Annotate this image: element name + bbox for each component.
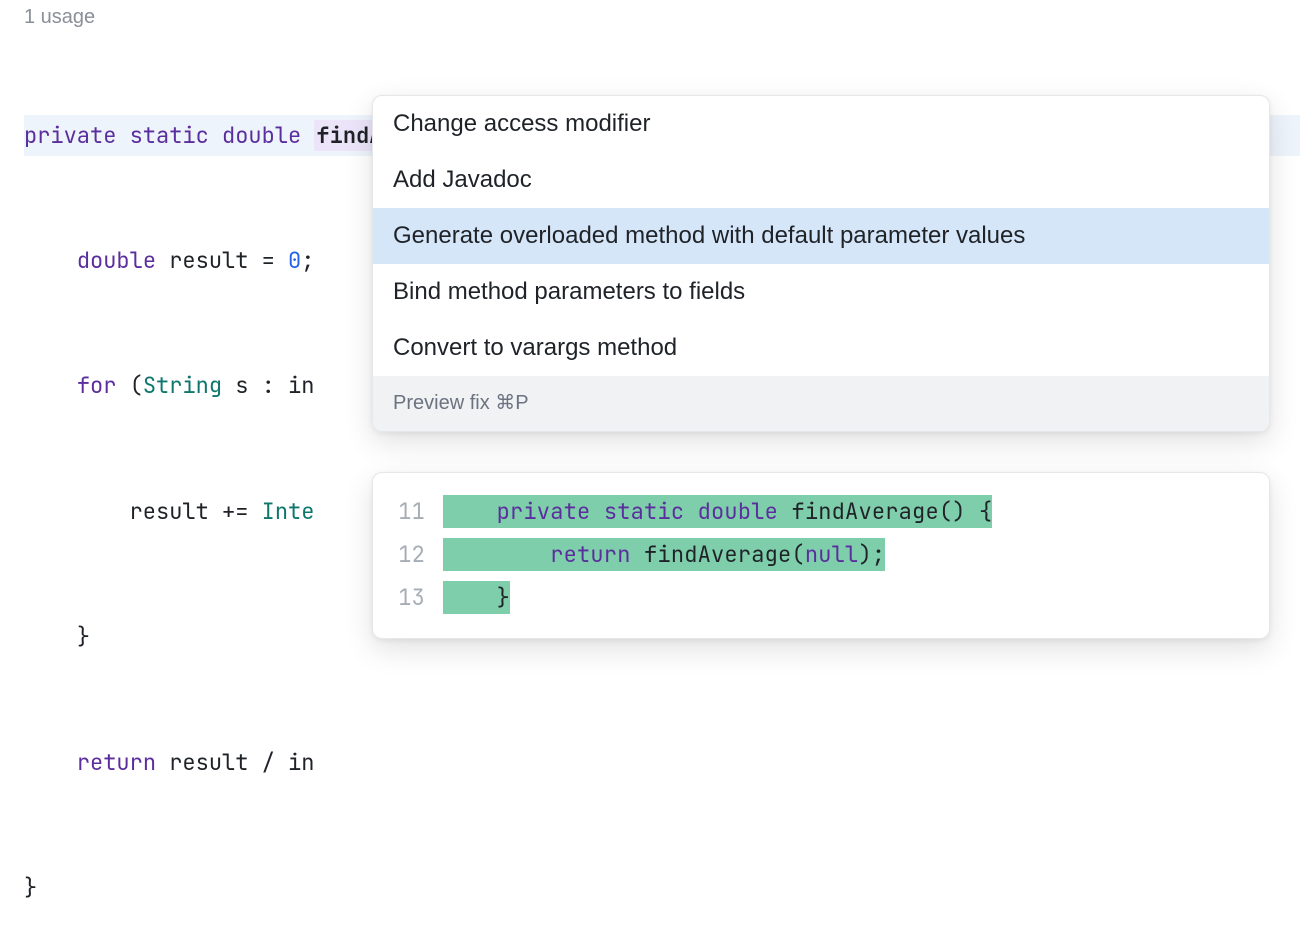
- code-cell: return findAverage(null);: [443, 534, 1269, 577]
- diff-added: return findAverage(null);: [443, 538, 885, 571]
- line-number: 12: [373, 534, 443, 577]
- code-cell: }: [443, 577, 1269, 620]
- preview-code-line: 13 }: [373, 577, 1269, 620]
- keyword: static: [130, 121, 209, 150]
- type-name: String: [143, 371, 222, 400]
- line-number: 13: [373, 577, 443, 620]
- line-number: 11: [373, 491, 443, 534]
- keyword: double: [77, 246, 156, 275]
- diff-added: }: [443, 581, 510, 614]
- code-line: return result / in: [24, 742, 1300, 784]
- keyword: for: [77, 371, 117, 400]
- usage-hint[interactable]: 1 usage: [0, 0, 1300, 31]
- keyword: double: [222, 121, 301, 150]
- preview-code-line: 11 private static double findAverage() {: [373, 491, 1269, 534]
- intention-menu-item[interactable]: Convert to varargs method: [373, 320, 1269, 376]
- intention-actions-popup: Change access modifierAdd JavadocGenerat…: [372, 95, 1270, 432]
- preview-fix-hint: Preview fix ⌘P: [373, 376, 1269, 431]
- keyword: return: [77, 748, 156, 777]
- intention-menu-item[interactable]: Generate overloaded method with default …: [373, 208, 1269, 264]
- intention-menu-item[interactable]: Bind method parameters to fields: [373, 264, 1269, 320]
- keyword: private: [24, 121, 116, 150]
- intention-menu-item[interactable]: Add Javadoc: [373, 152, 1269, 208]
- intention-menu-item[interactable]: Change access modifier: [373, 96, 1269, 152]
- type-name: Inte: [262, 497, 315, 526]
- number-literal: 0: [288, 246, 301, 275]
- preview-code-line: 12 return findAverage(null);: [373, 534, 1269, 577]
- code-cell: private static double findAverage() {: [443, 491, 1269, 534]
- code-line: }: [24, 867, 1300, 909]
- diff-added: private static double findAverage() {: [443, 495, 992, 528]
- preview-fix-panel: 11 private static double findAverage() {…: [372, 472, 1270, 639]
